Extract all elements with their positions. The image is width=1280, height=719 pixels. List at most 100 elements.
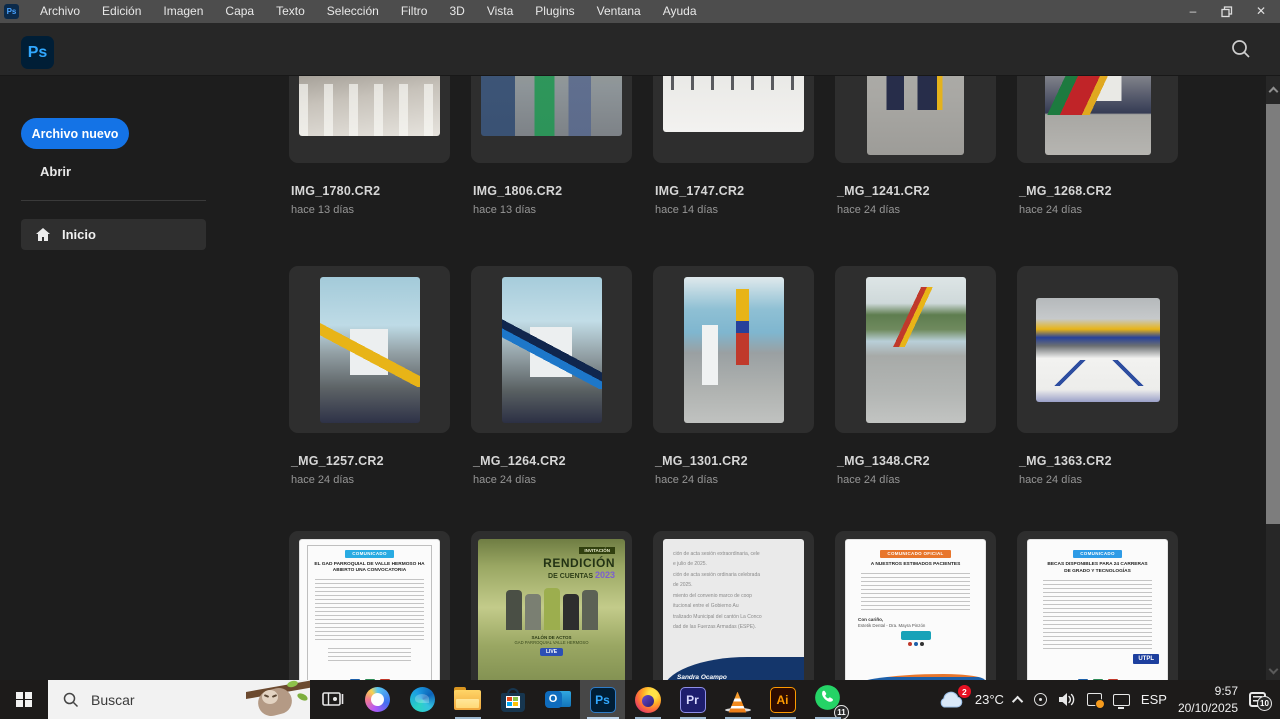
weather-badge: 2 [958, 685, 971, 698]
file-card-mg-1257[interactable] [289, 266, 450, 433]
outlook-icon: O [545, 689, 571, 711]
file-card-img-1806[interactable] [471, 75, 632, 163]
vertical-scrollbar[interactable] [1266, 76, 1280, 680]
temperature-label[interactable]: 23°C [975, 692, 1004, 707]
hidden-icons-chevron[interactable] [1015, 696, 1023, 704]
file-card-doc-becas[interactable]: COMUNICADO BECAS DISPONIBLES PARA 24 CAR… [1017, 531, 1178, 680]
edge-button[interactable] [400, 680, 445, 719]
menu-vista[interactable]: Vista [476, 0, 524, 23]
scrollbar-up-arrow[interactable] [1268, 87, 1278, 97]
thumbnail-img-1747 [663, 75, 804, 132]
scrollbar-down-arrow[interactable] [1268, 665, 1278, 675]
file-card-mg-1264[interactable] [471, 266, 632, 433]
file-card-mg-1348[interactable] [835, 266, 996, 433]
taskbar: Buscar O Ps Pr [0, 680, 1280, 719]
start-button[interactable] [0, 680, 48, 719]
tray-app-orange-dot-icon[interactable] [1087, 693, 1102, 706]
menu-imagen[interactable]: Imagen [152, 0, 214, 23]
doc-line: ción de acta sesión ordinaria celebrada [673, 570, 762, 581]
file-card-mg-1363[interactable] [1017, 266, 1178, 433]
close-button[interactable]: ✕ [1246, 0, 1276, 23]
thumbnail-img-1806 [481, 75, 622, 136]
file-age: hace 24 días [1019, 474, 1178, 486]
sidebar-item-label: Inicio [62, 227, 96, 242]
doc-people-figures [478, 586, 625, 630]
task-view-button[interactable] [310, 680, 355, 719]
sidebar-divider [21, 200, 206, 201]
photoshop-icon: Ps [590, 687, 616, 713]
menu-ventana[interactable]: Ventana [586, 0, 652, 23]
file-card-img-1747[interactable] [653, 75, 814, 163]
menu-plugins[interactable]: Plugins [524, 0, 585, 23]
firefox-button[interactable] [625, 680, 670, 719]
whatsapp-button[interactable]: 11 [805, 680, 850, 719]
file-card-mg-1301[interactable] [653, 266, 814, 433]
weather-cloud-icon[interactable]: 2 [937, 690, 964, 709]
copilot-button[interactable] [355, 680, 400, 719]
minimize-button[interactable]: – [1178, 0, 1208, 23]
file-card-doc-acta[interactable]: ción de acta sesión extraordinaria, cele… [653, 531, 814, 680]
outlook-button[interactable]: O [535, 680, 580, 719]
file-card-mg-1268[interactable] [1017, 75, 1178, 163]
file-cell: COMUNICADO BECAS DISPONIBLES PARA 24 CAR… [1017, 531, 1178, 680]
tray-sync-icon[interactable] [1034, 693, 1047, 706]
windows-logo-icon [16, 692, 32, 708]
menu-bar: Ps Archivo Edición Imagen Capa Texto Sel… [0, 0, 1280, 23]
thumbnail-mg-1257 [320, 277, 420, 423]
file-card-mg-1241[interactable] [835, 75, 996, 163]
volume-icon[interactable] [1058, 692, 1076, 707]
file-age: hace 24 días [473, 474, 632, 486]
microsoft-store-button[interactable] [490, 680, 535, 719]
illustrator-button[interactable]: Ai [760, 680, 805, 719]
notification-center-button[interactable]: 10 [1249, 692, 1266, 707]
menu-ayuda[interactable]: Ayuda [652, 0, 708, 23]
menu-filtro[interactable]: Filtro [390, 0, 439, 23]
premiere-button[interactable]: Pr [670, 680, 715, 719]
file-age: hace 24 días [291, 474, 450, 486]
file-name: _MG_1348.CR2 [837, 454, 996, 468]
language-indicator[interactable]: ESP [1141, 692, 1167, 707]
network-icon[interactable] [1113, 694, 1130, 706]
edge-icon [410, 687, 435, 712]
file-cell: _MG_1348.CR2 hace 24 días [835, 266, 996, 486]
thumbnail-doc-comunicado: COMUNICADO EL GAD PARROQUIAL DE VALLE HE… [299, 539, 440, 681]
open-button[interactable]: Abrir [40, 164, 71, 179]
file-caption: _MG_1241.CR2 hace 24 días [835, 184, 996, 216]
new-file-button[interactable]: Archivo nuevo [21, 118, 129, 149]
vlc-button[interactable] [715, 680, 760, 719]
scrollbar-thumb[interactable] [1266, 104, 1280, 524]
file-caption: _MG_1363.CR2 hace 24 días [1017, 454, 1178, 486]
file-card-doc-comunicado-gad[interactable]: COMUNICADO EL GAD PARROQUIAL DE VALLE HE… [289, 531, 450, 680]
sidebar-item-inicio[interactable]: Inicio [21, 219, 206, 250]
search-icon[interactable] [1230, 38, 1252, 60]
taskbar-search-box[interactable]: Buscar [48, 680, 310, 719]
doc-social-icons [908, 642, 924, 646]
doc-line: itucional entre el Gobierno Au [673, 601, 762, 612]
file-caption: IMG_1747.CR2 hace 14 días [653, 184, 814, 216]
menu-texto[interactable]: Texto [265, 0, 316, 23]
menu-edicion[interactable]: Edición [91, 0, 152, 23]
doc-line: dad de las Fuerzas Armadas (ESPE). [673, 622, 762, 633]
doc-live-chip: LIVE [540, 648, 563, 656]
file-card-doc-pacientes[interactable]: COMUNICADO OFICIAL A NUESTROS ESTIMADOS … [835, 531, 996, 680]
restore-button[interactable] [1212, 0, 1242, 23]
menu-archivo[interactable]: Archivo [29, 0, 91, 23]
doc-year: 2023 [595, 570, 615, 580]
photoshop-button[interactable]: Ps [580, 680, 625, 719]
window-app-icon: Ps [4, 4, 19, 19]
file-explorer-button[interactable] [445, 680, 490, 719]
vlc-icon [725, 687, 751, 713]
clock[interactable]: 9:57 20/10/2025 [1178, 683, 1238, 715]
search-highlight-sloth-image[interactable] [246, 680, 310, 719]
menu-capa[interactable]: Capa [214, 0, 265, 23]
file-cell: _MG_1257.CR2 hace 24 días [289, 266, 450, 486]
menu-seleccion[interactable]: Selección [316, 0, 390, 23]
file-explorer-icon [454, 690, 481, 710]
file-card-img-1780[interactable] [289, 75, 450, 163]
doc-subtitle: DE CUENTAS [548, 573, 593, 580]
file-card-doc-rendicion[interactable]: INVITACIÓN RENDICIÓN DE CUENTAS 2023 SAL… [471, 531, 632, 680]
menu-3d[interactable]: 3D [438, 0, 475, 23]
doc-tag: INVITACIÓN [579, 547, 615, 554]
file-name: IMG_1780.CR2 [291, 184, 450, 198]
photoshop-home-screen: Ps Archivo Edición Imagen Capa Texto Sel… [0, 0, 1280, 719]
